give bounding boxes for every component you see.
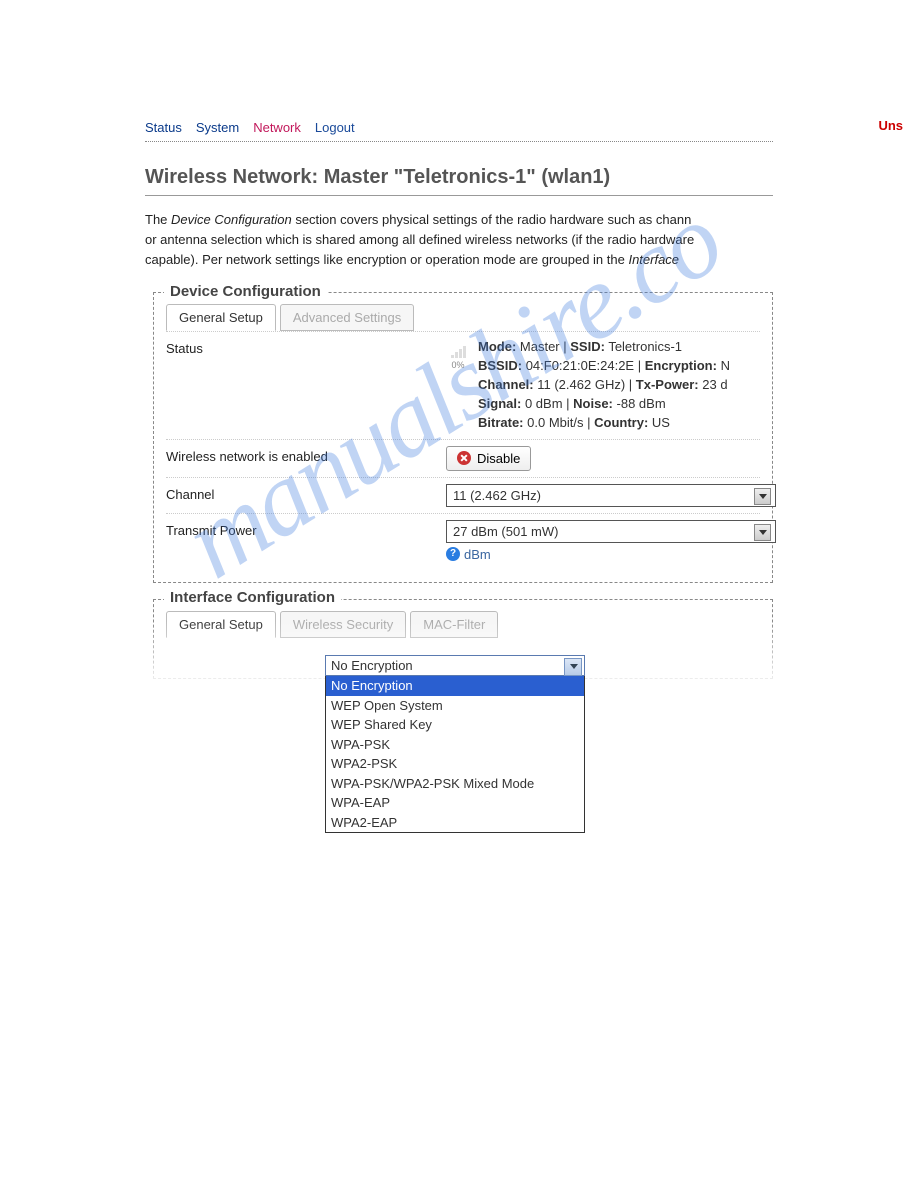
encryption-dropdown: No Encryption No Encryption WEP Open Sys… (325, 655, 585, 833)
encryption-option[interactable]: WEP Open System (326, 696, 584, 716)
info-icon: ? (446, 547, 460, 561)
device-legend: Device Configuration (164, 283, 327, 300)
txpower-hint: ? dBm (446, 547, 776, 562)
status-label: Status (166, 338, 446, 356)
tab-iface-general[interactable]: General Setup (166, 611, 276, 638)
interface-legend: Interface Configuration (164, 589, 341, 606)
encryption-option[interactable]: WPA-PSK/WPA2-PSK Mixed Mode (326, 774, 584, 794)
status-details: Mode: Master | SSID: Teletronics-1 BSSID… (478, 338, 730, 432)
nav-network[interactable]: Network (253, 120, 301, 135)
device-configuration-box: Device Configuration General Setup Advan… (153, 292, 773, 582)
unsaved-changes-indicator: Uns (878, 118, 903, 133)
encryption-option[interactable]: No Encryption (326, 676, 584, 696)
channel-select[interactable]: 11 (2.462 GHz) (446, 484, 776, 507)
encryption-option[interactable]: WPA-EAP (326, 793, 584, 813)
nav-logout[interactable]: Logout (315, 120, 355, 135)
encryption-option[interactable]: WPA2-PSK (326, 754, 584, 774)
enabled-label: Wireless network is enabled (166, 446, 446, 464)
encryption-option[interactable]: WPA2-EAP (326, 813, 584, 833)
txpower-label: Transmit Power (166, 520, 446, 538)
encryption-option[interactable]: WEP Shared Key (326, 715, 584, 735)
nav-system[interactable]: System (196, 120, 239, 135)
channel-label: Channel (166, 484, 446, 502)
tab-advanced-settings[interactable]: Advanced Settings (280, 304, 414, 331)
disable-button[interactable]: Disable (446, 446, 531, 471)
encryption-select[interactable]: No Encryption (325, 655, 585, 676)
signal-icon: 0% (446, 346, 470, 372)
intro-text: The Device Configuration section covers … (145, 210, 773, 270)
page-title: Wireless Network: Master "Teletronics-1"… (145, 166, 773, 196)
encryption-options-list: No Encryption WEP Open System WEP Shared… (325, 675, 585, 833)
txpower-select[interactable]: 27 dBm (501 mW) (446, 520, 776, 543)
tab-mac-filter[interactable]: MAC-Filter (410, 611, 498, 638)
tab-general-setup[interactable]: General Setup (166, 304, 276, 331)
top-nav: Status System Network Logout Uns (145, 120, 773, 142)
tab-wireless-security[interactable]: Wireless Security (280, 611, 406, 638)
nav-status[interactable]: Status (145, 120, 182, 135)
disable-icon (457, 451, 471, 465)
encryption-option[interactable]: WPA-PSK (326, 735, 584, 755)
